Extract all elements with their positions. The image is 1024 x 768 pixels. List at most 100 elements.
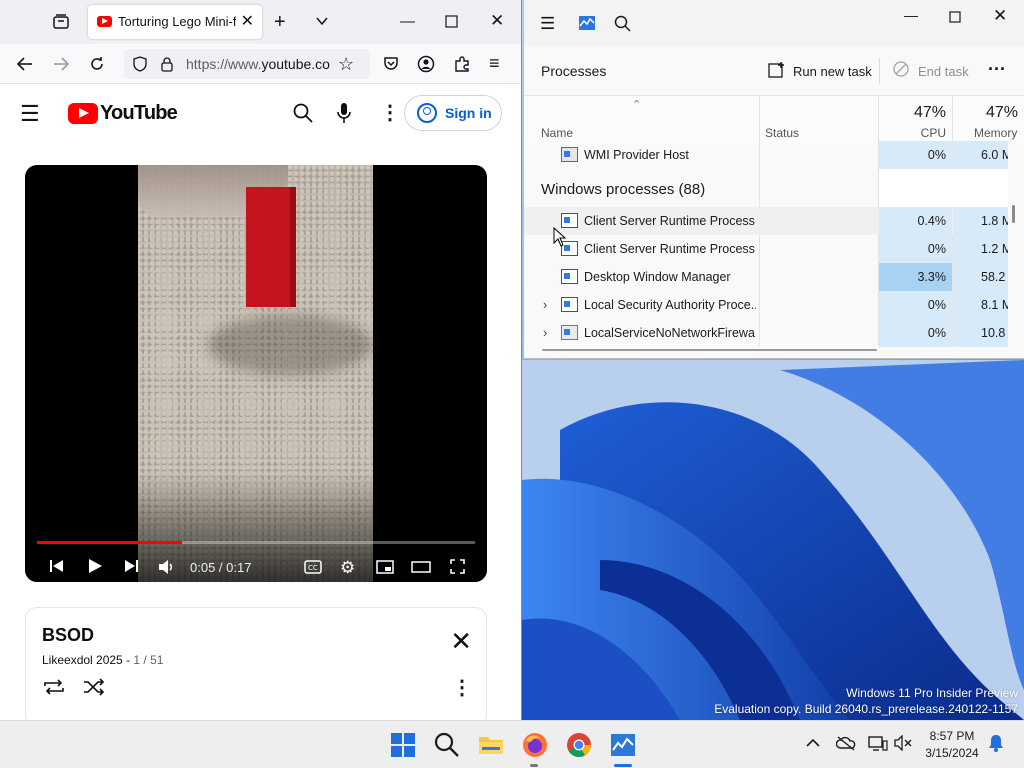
process-memory: 1.2 M (953, 235, 1008, 263)
volume-icon[interactable] (158, 559, 176, 578)
sign-in-button[interactable]: Sign in (404, 95, 502, 131)
navigation-menu-icon[interactable]: ☰ (540, 15, 555, 32)
playlist-position: 1 / 51 (133, 653, 164, 667)
onedrive-offline-icon[interactable] (835, 735, 856, 754)
search-icon[interactable] (614, 15, 631, 35)
youtube-logo-text[interactable]: YouTube (100, 102, 178, 125)
column-status[interactable]: Status (765, 126, 799, 140)
forward-icon[interactable] (52, 55, 70, 76)
process-row[interactable]: Desktop Window Manager 3.3% 58.2 M (524, 263, 1008, 291)
back-icon[interactable] (16, 55, 34, 76)
cpu-total[interactable]: 47% (904, 104, 946, 122)
playlist-channel[interactable]: Likeexdol 2025 (42, 653, 123, 667)
minimize-icon[interactable]: — (400, 14, 415, 29)
extensions-puzzle-icon[interactable] (453, 55, 471, 76)
shuffle-playlist-icon[interactable] (83, 678, 105, 699)
theater-mode-icon[interactable] (411, 561, 431, 576)
process-cpu: 0.4% (879, 207, 952, 235)
process-name: Desktop Window Manager (584, 270, 731, 284)
expand-chevron-icon[interactable]: › (543, 297, 547, 312)
process-row[interactable]: Client Server Runtime Process 0% 1.2 M (524, 235, 1008, 263)
account-avatar-icon (417, 103, 437, 123)
more-options-icon[interactable]: ··· (988, 60, 1006, 78)
process-memory: 8.1 M (953, 291, 1008, 319)
end-task-icon (893, 61, 909, 77)
expand-chevron-icon[interactable]: › (543, 325, 547, 340)
search-icon[interactable] (434, 732, 460, 758)
process-memory: 1.8 M (953, 207, 1008, 235)
miniplayer-icon[interactable] (376, 560, 394, 577)
process-row[interactable]: › Local Security Authority Proce... 0% 8… (524, 291, 1008, 319)
site-lock-icon[interactable] (160, 56, 174, 75)
url-text[interactable]: https://www.youtube.co (186, 56, 331, 72)
tracking-protection-shield-icon[interactable] (132, 56, 148, 75)
close-playlist-icon[interactable]: ✕ (450, 628, 472, 654)
watermark-line-2: Evaluation copy. Build 26040.rs_prerelea… (714, 702, 1018, 716)
column-name[interactable]: Name (541, 126, 573, 140)
vertical-scrollbar[interactable] (1012, 205, 1015, 223)
bookmark-star-icon[interactable]: ☆ (338, 55, 354, 73)
close-window-icon[interactable]: ✕ (993, 7, 1007, 24)
horizontal-scrollbar[interactable] (542, 349, 877, 351)
file-explorer-icon[interactable] (478, 732, 504, 758)
playlist-title[interactable]: BSOD (42, 625, 94, 646)
column-headers: ⌃ Name Status 47% CPU 47% Memory (524, 96, 1024, 144)
show-hidden-icons-chevron-icon[interactable] (806, 735, 820, 750)
network-icon[interactable] (868, 735, 888, 754)
url-domain: youtube.co (261, 56, 330, 72)
firefox-view-icon[interactable] (52, 13, 70, 34)
process-name: WMI Provider Host (584, 148, 689, 162)
clock-time: 8:57 PM (929, 729, 975, 743)
start-windows-icon[interactable] (390, 732, 416, 758)
maximize-icon[interactable] (445, 14, 458, 31)
firefox-running-indicator (530, 764, 538, 767)
end-task-label: End task (918, 64, 969, 79)
video-player[interactable]: 0:05 / 0:17 CC ⚙ (25, 165, 487, 582)
process-row[interactable]: WMI Provider Host 0% 6.0 M (524, 141, 1008, 169)
chrome-icon[interactable] (566, 732, 592, 758)
run-new-task-icon (768, 62, 784, 78)
minimize-icon[interactable]: — (904, 8, 918, 22)
maximize-icon[interactable] (949, 9, 961, 26)
url-bar[interactable]: https://www.youtube.co ☆ (124, 49, 370, 79)
process-row[interactable]: › LocalServiceNoNetworkFirewa... 0% 10.8… (524, 319, 1008, 347)
loop-playlist-icon[interactable] (42, 678, 66, 699)
youtube-logo-icon[interactable] (68, 103, 98, 124)
playlist-more-icon[interactable]: ⋮ (452, 678, 472, 698)
next-video-icon[interactable] (123, 559, 139, 576)
more-options-kebab-icon[interactable]: ⋮ (380, 103, 400, 123)
process-name: Client Server Runtime Process (584, 214, 755, 228)
search-icon[interactable] (293, 103, 313, 126)
play-icon[interactable] (87, 558, 103, 577)
system-clock[interactable]: 8:57 PM 3/15/2024 (915, 728, 989, 762)
volume-muted-icon[interactable] (894, 734, 912, 754)
guide-menu-icon[interactable]: ☰ (20, 103, 40, 125)
notifications-bell-icon[interactable] (988, 734, 1004, 755)
progress-bar[interactable] (37, 541, 475, 544)
task-manager-icon[interactable] (610, 732, 636, 758)
process-name: Client Server Runtime Process (584, 242, 755, 256)
process-row[interactable]: Client Server Runtime Process 0.4% 1.8 M (524, 207, 1008, 235)
tab-bar: Torturing Lego Mini-fi ✕ + — ✕ (0, 0, 521, 44)
column-memory[interactable]: Memory (974, 126, 1017, 140)
firefox-icon[interactable] (522, 732, 548, 758)
voice-search-mic-icon[interactable] (336, 102, 352, 127)
close-window-icon[interactable]: ✕ (490, 12, 504, 29)
settings-gear-icon[interactable]: ⚙ (340, 559, 355, 576)
subtitles-cc-icon[interactable]: CC (304, 560, 322, 577)
account-icon[interactable] (417, 55, 435, 76)
new-tab-icon[interactable]: + (274, 12, 286, 32)
memory-total[interactable]: 47% (986, 104, 1018, 122)
fullscreen-icon[interactable] (450, 559, 465, 577)
reload-icon[interactable] (88, 55, 106, 76)
group-header[interactable]: Windows processes (88) (541, 181, 705, 198)
page-title: Processes (541, 63, 607, 79)
previous-video-icon[interactable] (49, 559, 65, 576)
app-menu-hamburger-icon[interactable]: ≡ (489, 54, 500, 72)
tab-youtube[interactable]: Torturing Lego Mini-fi ✕ (88, 5, 262, 39)
column-cpu[interactable]: CPU (904, 126, 946, 140)
close-tab-icon[interactable]: ✕ (241, 11, 254, 31)
process-memory: 6.0 M (953, 141, 1008, 169)
pocket-icon[interactable] (382, 55, 400, 76)
list-all-tabs-icon[interactable] (314, 13, 330, 32)
